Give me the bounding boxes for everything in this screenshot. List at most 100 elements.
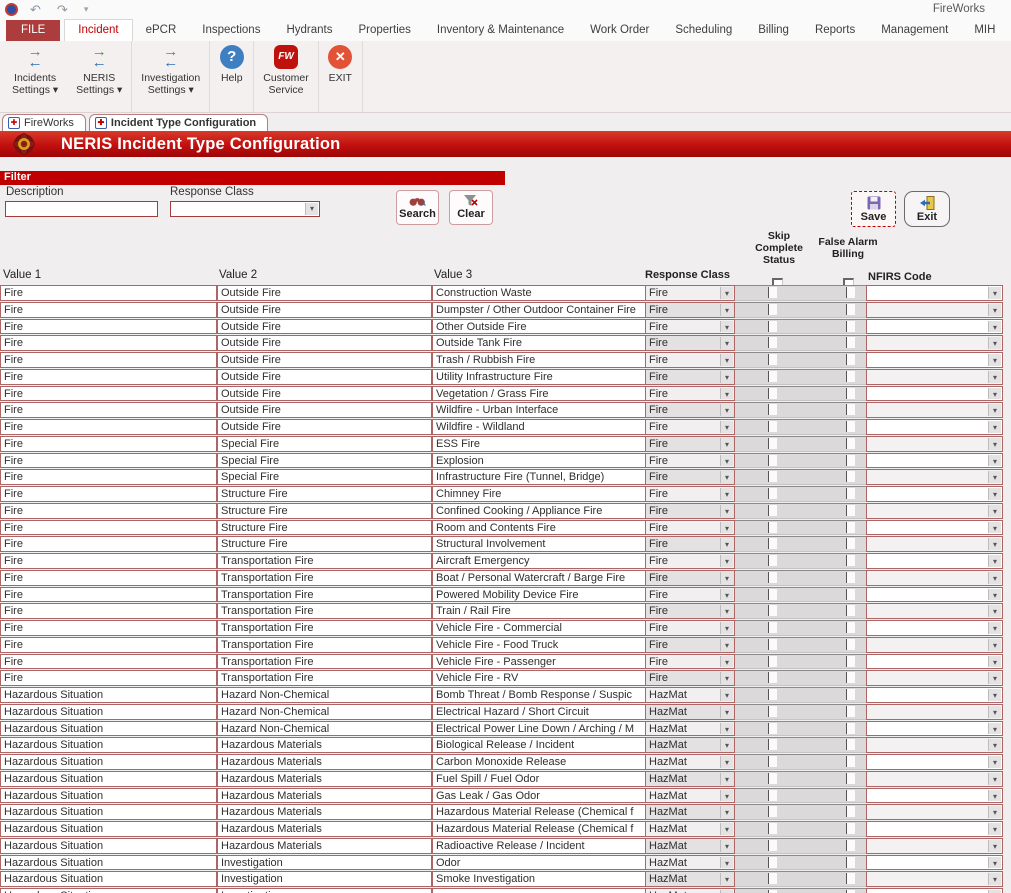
chevron-down-icon[interactable] bbox=[988, 790, 1001, 802]
chevron-down-icon[interactable] bbox=[720, 790, 733, 802]
value1-cell[interactable]: Hazardous Situation bbox=[0, 721, 217, 737]
value3-cell[interactable]: Train / Rail Fire bbox=[432, 603, 646, 619]
chevron-down-icon[interactable] bbox=[988, 505, 1001, 517]
nfirs-code-dropdown[interactable] bbox=[866, 771, 1003, 787]
value2-cell[interactable]: Outside Fire bbox=[217, 386, 432, 402]
clear-button[interactable]: Clear bbox=[449, 190, 493, 225]
value2-cell[interactable]: Structure Fire bbox=[217, 536, 432, 552]
chevron-down-icon[interactable] bbox=[720, 304, 733, 316]
value3-cell[interactable]: Vehicle Fire - RV bbox=[432, 670, 646, 686]
value3-cell[interactable]: Vehicle Fire - Food Truck bbox=[432, 637, 646, 653]
chevron-down-icon[interactable] bbox=[720, 739, 733, 751]
chevron-down-icon[interactable] bbox=[720, 756, 733, 768]
response-class-dropdown[interactable]: HazMat bbox=[645, 804, 735, 820]
nfirs-code-dropdown[interactable] bbox=[866, 603, 1003, 619]
value2-cell[interactable]: Investigation bbox=[217, 871, 432, 887]
chevron-down-icon[interactable] bbox=[988, 287, 1001, 299]
response-class-dropdown[interactable]: HazMat bbox=[645, 788, 735, 804]
chevron-down-icon[interactable] bbox=[720, 522, 733, 534]
false-alarm-billing-checkbox[interactable] bbox=[846, 672, 855, 683]
skip-complete-status-checkbox[interactable] bbox=[768, 522, 777, 533]
ribbon-button[interactable]: Customer Service bbox=[254, 41, 319, 112]
value3-cell[interactable]: Electrical Hazard / Short Circuit bbox=[432, 704, 646, 720]
response-class-dropdown[interactable]: Fire bbox=[645, 553, 735, 569]
value3-cell[interactable]: Fuel Spill / Fuel Odor bbox=[432, 771, 646, 787]
skip-complete-status-checkbox[interactable] bbox=[768, 823, 777, 834]
false-alarm-billing-checkbox[interactable] bbox=[846, 354, 855, 365]
nfirs-code-dropdown[interactable] bbox=[866, 821, 1003, 837]
chevron-down-icon[interactable] bbox=[988, 723, 1001, 735]
value1-cell[interactable]: Fire bbox=[0, 587, 217, 603]
nfirs-code-dropdown[interactable] bbox=[866, 670, 1003, 686]
value2-cell[interactable]: Outside Fire bbox=[217, 302, 432, 318]
nfirs-code-dropdown[interactable] bbox=[866, 871, 1003, 887]
value1-cell[interactable]: Fire bbox=[0, 386, 217, 402]
value1-cell[interactable]: Hazardous Situation bbox=[0, 687, 217, 703]
ribbon-tab[interactable]: Inventory & Maintenance bbox=[424, 20, 577, 41]
value3-cell[interactable]: Dumpster / Other Outdoor Container Fire bbox=[432, 302, 646, 318]
value3-cell[interactable]: Smoke Investigation bbox=[432, 871, 646, 887]
value1-cell[interactable]: Hazardous Situation bbox=[0, 788, 217, 804]
skip-complete-status-checkbox[interactable] bbox=[768, 689, 777, 700]
false-alarm-billing-checkbox[interactable] bbox=[846, 572, 855, 583]
value2-cell[interactable]: Structure Fire bbox=[217, 520, 432, 536]
value1-cell[interactable]: Hazardous Situation bbox=[0, 704, 217, 720]
description-input[interactable] bbox=[5, 201, 158, 217]
chevron-down-icon[interactable] bbox=[720, 388, 733, 400]
value1-cell[interactable]: Fire bbox=[0, 620, 217, 636]
chevron-down-icon[interactable] bbox=[988, 488, 1001, 500]
value2-cell[interactable]: Hazard Non-Chemical bbox=[217, 687, 432, 703]
false-alarm-billing-checkbox[interactable] bbox=[846, 404, 855, 415]
value2-cell[interactable]: Structure Fire bbox=[217, 503, 432, 519]
false-alarm-billing-checkbox[interactable] bbox=[846, 471, 855, 482]
false-alarm-billing-checkbox[interactable] bbox=[846, 488, 855, 499]
chevron-down-icon[interactable] bbox=[720, 605, 733, 617]
false-alarm-billing-checkbox[interactable] bbox=[846, 622, 855, 633]
value1-cell[interactable]: Fire bbox=[0, 402, 217, 418]
false-alarm-billing-checkbox[interactable] bbox=[846, 823, 855, 834]
value3-cell[interactable]: Electrical Power Line Down / Arching / M bbox=[432, 721, 646, 737]
chevron-down-icon[interactable] bbox=[720, 354, 733, 366]
value1-cell[interactable]: Fire bbox=[0, 520, 217, 536]
skip-complete-status-checkbox[interactable] bbox=[768, 555, 777, 566]
false-alarm-billing-checkbox[interactable] bbox=[846, 706, 855, 717]
false-alarm-billing-checkbox[interactable] bbox=[846, 756, 855, 767]
chevron-down-icon[interactable] bbox=[988, 639, 1001, 651]
response-class-dropdown[interactable]: HazMat bbox=[645, 754, 735, 770]
skip-complete-status-checkbox[interactable] bbox=[768, 321, 777, 332]
value3-cell[interactable]: Confined Cooking / Appliance Fire bbox=[432, 503, 646, 519]
value2-cell[interactable]: Hazardous Materials bbox=[217, 788, 432, 804]
response-class-dropdown[interactable]: Fire bbox=[645, 503, 735, 519]
value3-cell[interactable]: Structural Involvement bbox=[432, 536, 646, 552]
nfirs-code-dropdown[interactable] bbox=[866, 838, 1003, 854]
nfirs-code-dropdown[interactable] bbox=[866, 453, 1003, 469]
value1-cell[interactable]: Fire bbox=[0, 453, 217, 469]
skip-complete-status-checkbox[interactable] bbox=[768, 857, 777, 868]
value1-cell[interactable]: Fire bbox=[0, 553, 217, 569]
skip-complete-status-checkbox[interactable] bbox=[768, 589, 777, 600]
value3-cell[interactable]: Hazardous Material Release (Chemical f bbox=[432, 821, 646, 837]
value2-cell[interactable]: Transportation Fire bbox=[217, 637, 432, 653]
skip-complete-status-checkbox[interactable] bbox=[768, 337, 777, 348]
chevron-down-icon[interactable] bbox=[720, 337, 733, 349]
false-alarm-billing-checkbox[interactable] bbox=[846, 689, 855, 700]
chevron-down-icon[interactable] bbox=[720, 538, 733, 550]
chevron-down-icon[interactable] bbox=[305, 203, 318, 215]
response-class-dropdown[interactable]: Fire bbox=[645, 419, 735, 435]
value3-cell[interactable]: Radioactive Release / Incident bbox=[432, 838, 646, 854]
response-class-dropdown[interactable]: Fire bbox=[645, 469, 735, 485]
false-alarm-billing-checkbox[interactable] bbox=[846, 723, 855, 734]
value1-cell[interactable]: Fire bbox=[0, 570, 217, 586]
response-class-filter-dropdown[interactable] bbox=[170, 201, 320, 217]
value2-cell[interactable]: Outside Fire bbox=[217, 319, 432, 335]
value3-cell[interactable]: Boat / Personal Watercraft / Barge Fire bbox=[432, 570, 646, 586]
skip-complete-status-checkbox[interactable] bbox=[768, 455, 777, 466]
value1-cell[interactable]: Fire bbox=[0, 654, 217, 670]
value3-cell[interactable]: Biological Release / Incident bbox=[432, 737, 646, 753]
value2-cell[interactable]: Investigation bbox=[217, 855, 432, 871]
false-alarm-billing-checkbox[interactable] bbox=[846, 321, 855, 332]
response-class-dropdown[interactable]: HazMat bbox=[645, 771, 735, 787]
value1-cell[interactable]: Hazardous Situation bbox=[0, 804, 217, 820]
value1-cell[interactable]: Hazardous Situation bbox=[0, 737, 217, 753]
value2-cell[interactable]: Outside Fire bbox=[217, 352, 432, 368]
